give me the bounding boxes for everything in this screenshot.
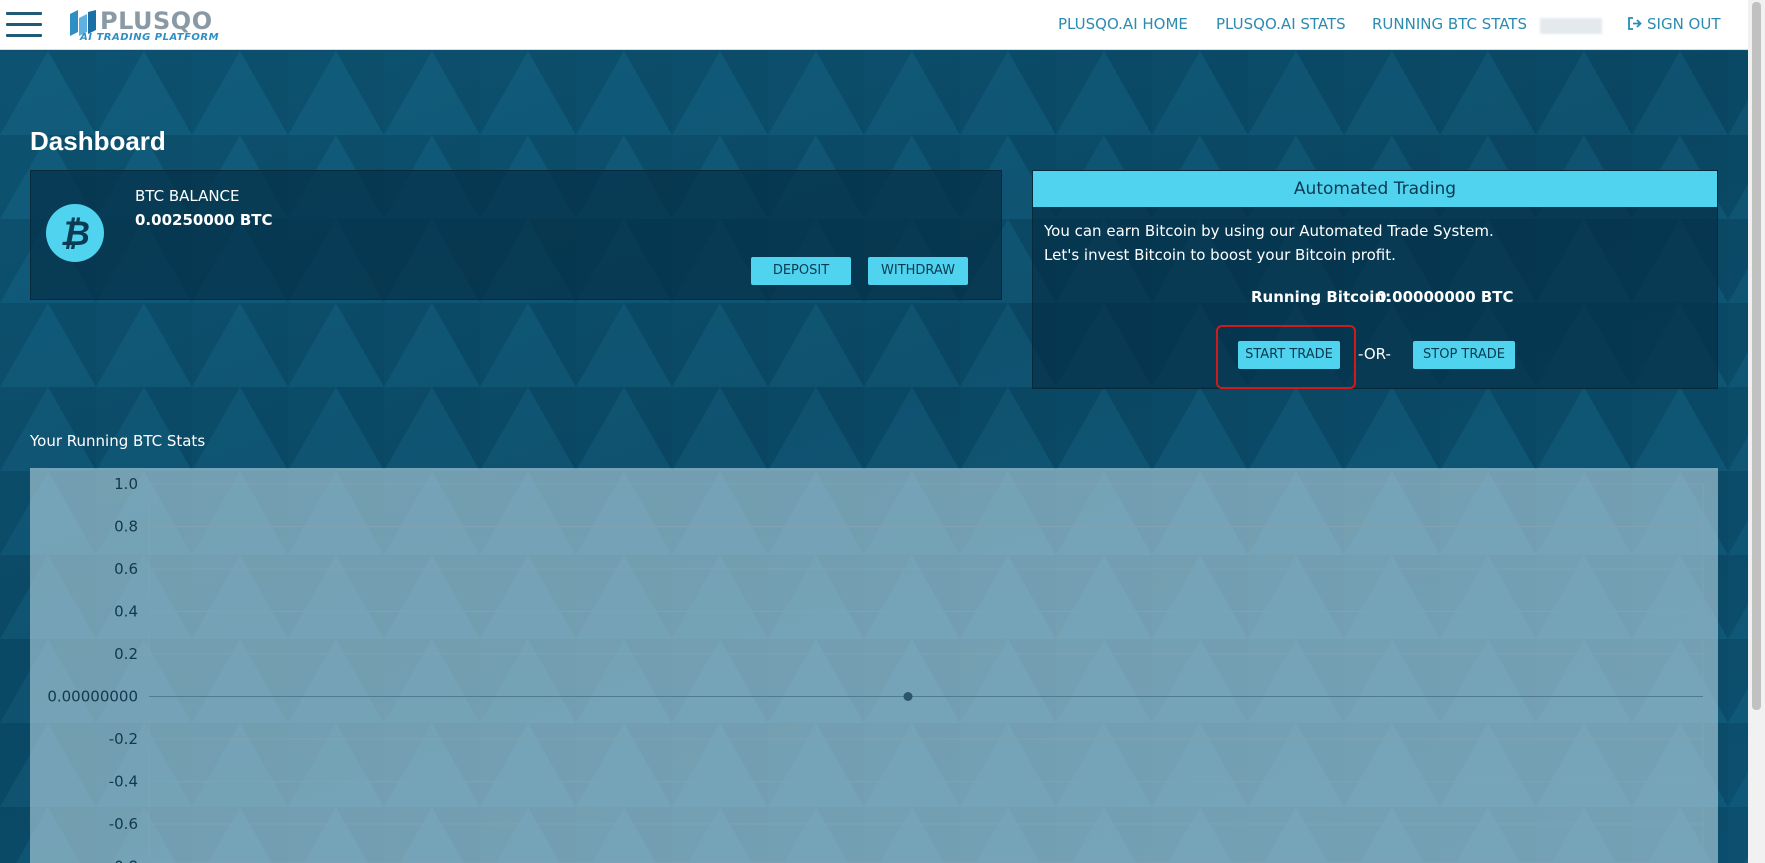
svg-text:₿: ₿	[60, 214, 90, 254]
trading-description-line2: Let's invest Bitcoin to boost your Bitco…	[1044, 246, 1396, 264]
balance-label: BTC BALANCE	[135, 187, 240, 205]
running-bitcoin-value: 0.00000000 BTC	[1376, 288, 1514, 306]
sign-out-label: SIGN OUT	[1647, 15, 1721, 33]
y-tick-label: -0.6	[109, 815, 138, 833]
running-stats-title: Your Running BTC Stats	[30, 432, 206, 450]
y-tick-label: 0.4	[114, 603, 138, 621]
y-tick-label: 0.00000000	[47, 688, 138, 706]
sign-out-link[interactable]: SIGN OUT	[1628, 15, 1721, 33]
page-title: Dashboard	[30, 126, 166, 156]
running-btc-chart: 1.0 0.8 0.6 0.4 0.2 0.00000000 -0.2 -0.4 -0.6 -0.…	[47, 475, 1704, 863]
nav-running-stats-link[interactable]: RUNNING BTC STATS	[1372, 15, 1527, 33]
running-bitcoin-label: Running Bitcoin:	[1251, 288, 1392, 306]
y-tick-label: 0.6	[114, 560, 138, 578]
y-tick-label: -0.8	[109, 858, 138, 863]
nav-home-link[interactable]: PLUSQO.AI HOME	[1058, 15, 1188, 33]
withdraw-button[interactable]: WITHDRAW	[868, 257, 968, 285]
y-tick-label: 1.0	[114, 475, 138, 493]
balance-value: 0.00250000 BTC	[135, 211, 273, 229]
logo[interactable]: PLUSQO AI TRADING PLATFORM	[68, 7, 228, 44]
menu-icon[interactable]	[6, 12, 42, 38]
automated-trading-panel: Automated Trading You can earn Bitcoin b…	[1032, 170, 1718, 389]
trading-panel-header: Automated Trading	[1033, 171, 1717, 207]
deposit-button[interactable]: DEPOSIT	[751, 257, 851, 285]
nav-stats-link[interactable]: PLUSQO.AI STATS	[1216, 15, 1346, 33]
logo-tagline: AI TRADING PLATFORM	[80, 32, 220, 43]
data-point	[903, 692, 913, 701]
plot-frame	[148, 483, 1704, 863]
scrollbar-thumb[interactable]	[1752, 2, 1761, 710]
logo-name: PLUSQO	[100, 7, 213, 35]
stop-trade-button[interactable]: STOP TRADE	[1413, 341, 1515, 369]
bitcoin-icon: ₿	[46, 204, 104, 262]
btc-balance-panel: ₿ BTC BALANCE 0.00250000 BTC DEPOSIT WIT…	[30, 170, 1002, 300]
y-tick-label: 0.2	[114, 645, 138, 663]
y-tick-label: 0.8	[114, 518, 138, 536]
top-navbar: PLUSQO AI TRADING PLATFORM PLUSQO.AI HOM…	[0, 0, 1748, 50]
start-trade-button[interactable]: START TRADE	[1238, 341, 1340, 369]
sign-out-icon	[1628, 17, 1642, 30]
or-separator: -OR-	[1358, 345, 1391, 363]
username-blurred[interactable]	[1540, 18, 1602, 34]
y-tick-label: -0.2	[109, 730, 138, 748]
y-tick-label: -0.4	[109, 773, 138, 791]
page-scrollbar[interactable]	[1748, 0, 1765, 863]
trading-description-line1: You can earn Bitcoin by using our Automa…	[1044, 222, 1494, 240]
